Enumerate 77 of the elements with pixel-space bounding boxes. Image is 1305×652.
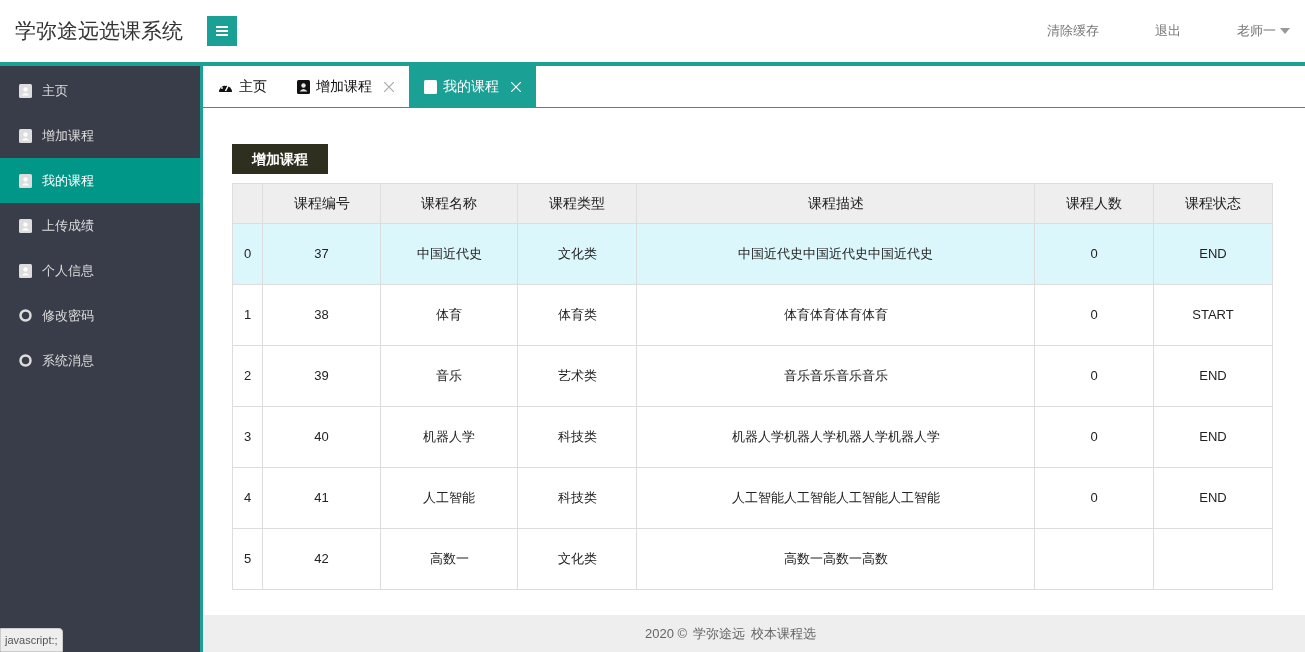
table-cell: 中国近代史 — [380, 223, 518, 285]
table-cell: 人工智能人工智能人工智能人工智能 — [636, 467, 1035, 529]
table-cell: 0 — [1034, 406, 1154, 468]
status-bar: javascript:; — [0, 627, 63, 652]
table-cell: END — [1153, 406, 1273, 468]
caret-icon — [1280, 28, 1290, 34]
tab[interactable]: 增加课程 — [282, 66, 409, 107]
footer-text: 2020 © — [645, 624, 688, 643]
circle-icon — [19, 309, 32, 322]
table-cell: 中国近代史中国近代史中国近代史 — [636, 223, 1035, 285]
table-header-cell — [232, 183, 263, 224]
table-cell: 42 — [262, 528, 381, 590]
app-title: 学弥途远选课系统 — [15, 18, 183, 45]
table-cell: 40 — [262, 406, 381, 468]
table-cell: 科技类 — [517, 467, 637, 529]
table-cell: 艺术类 — [517, 345, 637, 407]
table-row[interactable]: 5 42 高数一 文化类 高数一高数一高数 — [232, 528, 1273, 590]
sidebar-item[interactable]: 我的课程 — [0, 158, 200, 203]
table-cell: END — [1153, 467, 1273, 529]
table-cell: 体育体育体育体育 — [636, 284, 1035, 346]
table-cell: START — [1153, 284, 1273, 346]
table-cell: 0 — [1034, 467, 1154, 529]
table-cell: 体育 — [380, 284, 518, 346]
table-cell: END — [1153, 345, 1273, 407]
row-index: 5 — [232, 528, 263, 590]
sidebar-item[interactable]: 个人信息 — [0, 248, 200, 293]
table-row[interactable]: 4 41 人工智能 科技类 人工智能人工智能人工智能人工智能 0 END — [232, 467, 1273, 529]
footer-text: 校本课程选 — [751, 624, 817, 643]
table-cell: 机器人学机器人学机器人学机器人学 — [636, 406, 1035, 468]
table-cell: 音乐音乐音乐音乐 — [636, 345, 1035, 407]
table-cell: END — [1153, 223, 1273, 285]
column-header: 课程类型 — [517, 183, 637, 224]
user-menu[interactable]: 老师一 — [1237, 21, 1290, 41]
header-link[interactable]: 退出 — [1155, 21, 1181, 41]
menu-icon — [216, 26, 228, 36]
table-row[interactable]: 2 39 音乐 艺术类 音乐音乐音乐音乐 0 END — [232, 345, 1273, 407]
table-cell: 科技类 — [517, 406, 637, 468]
column-header: 课程名称 — [380, 183, 518, 224]
circle-icon — [19, 354, 32, 367]
table-cell: 音乐 — [380, 345, 518, 407]
sidebar-item[interactable]: 上传成绩 — [0, 203, 200, 248]
table-cell: 体育类 — [517, 284, 637, 346]
row-index: 0 — [232, 223, 263, 285]
sidebar-item[interactable]: 主页 — [0, 68, 200, 113]
table-cell: 0 — [1034, 284, 1154, 346]
row-index: 3 — [232, 406, 263, 468]
table-cell: 文化类 — [517, 223, 637, 285]
column-header: 课程编号 — [262, 183, 381, 224]
footer-text: 学弥途远 — [693, 624, 746, 643]
table-cell: 0 — [1034, 345, 1154, 407]
row-index: 4 — [232, 467, 263, 529]
table-cell: 文化类 — [517, 528, 637, 590]
table-cell: 41 — [262, 467, 381, 529]
table-cell: 38 — [262, 284, 381, 346]
add-course-button[interactable]: 增加课程 — [232, 144, 328, 174]
row-index: 2 — [232, 345, 263, 407]
sidebar-item[interactable]: 系统消息 — [0, 338, 200, 383]
header-link[interactable]: 清除缓存 — [1047, 21, 1099, 41]
table-cell: 高数一高数一高数 — [636, 528, 1035, 590]
table-cell: 37 — [262, 223, 381, 285]
column-header: 课程状态 — [1153, 183, 1273, 224]
sidebar-item[interactable]: 增加课程 — [0, 113, 200, 158]
table-cell: 人工智能 — [380, 467, 518, 529]
table-cell: 0 — [1034, 223, 1154, 285]
table-row[interactable]: 1 38 体育 体育类 体育体育体育体育 0 START — [232, 284, 1273, 346]
row-index: 1 — [232, 284, 263, 346]
sidebar-item[interactable]: 修改密码 — [0, 293, 200, 338]
table-cell: 机器人学 — [380, 406, 518, 468]
table-row[interactable]: 0 37 中国近代史 文化类 中国近代史中国近代史中国近代史 0 END — [232, 223, 1273, 285]
table-cell: 高数一 — [380, 528, 518, 590]
menu-toggle-button[interactable] — [207, 16, 237, 46]
column-header: 课程人数 — [1034, 183, 1154, 224]
table-cell: 39 — [262, 345, 381, 407]
table-row[interactable]: 3 40 机器人学 科技类 机器人学机器人学机器人学机器人学 0 END — [232, 406, 1273, 468]
column-header: 课程描述 — [636, 183, 1035, 224]
close-icon[interactable] — [384, 81, 394, 92]
tab[interactable]: 主页 — [203, 66, 282, 107]
